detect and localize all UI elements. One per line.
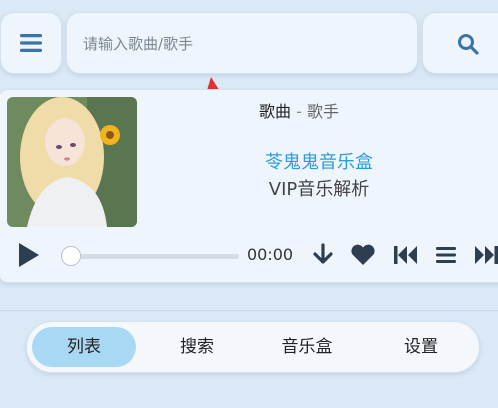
previous-icon[interactable] — [393, 244, 419, 266]
tab-settings[interactable]: 设置 — [369, 327, 473, 367]
heart-icon[interactable] — [350, 244, 376, 266]
tab-bar: 列表 搜索 音乐盒 设置 — [26, 321, 480, 373]
song-title: 歌曲 - 歌手 — [199, 98, 399, 122]
app-name: 苓鬼鬼音乐盒 — [265, 152, 373, 173]
progress-handle[interactable] — [61, 246, 81, 266]
playlist-icon[interactable] — [435, 245, 457, 265]
player-card: 歌曲 - 歌手 苓鬼鬼音乐盒 VIP音乐解析 00:00 — [0, 89, 498, 283]
time-display: 00:00 — [247, 245, 294, 264]
song-name: 歌曲 — [259, 102, 292, 121]
divider — [0, 310, 498, 311]
play-icon[interactable] — [17, 242, 41, 268]
tab-search[interactable]: 搜索 — [145, 327, 249, 367]
tab-music-box[interactable]: 音乐盒 — [255, 327, 359, 367]
download-icon[interactable] — [312, 243, 334, 265]
title-separator: - — [296, 102, 302, 121]
app-subtitle: VIP音乐解析 — [268, 179, 370, 200]
progress-track[interactable] — [69, 254, 239, 259]
artist-name: 歌手 — [306, 102, 339, 121]
next-icon[interactable] — [473, 244, 498, 266]
album-cover — [7, 97, 137, 227]
tab-list[interactable]: 列表 — [32, 327, 136, 367]
